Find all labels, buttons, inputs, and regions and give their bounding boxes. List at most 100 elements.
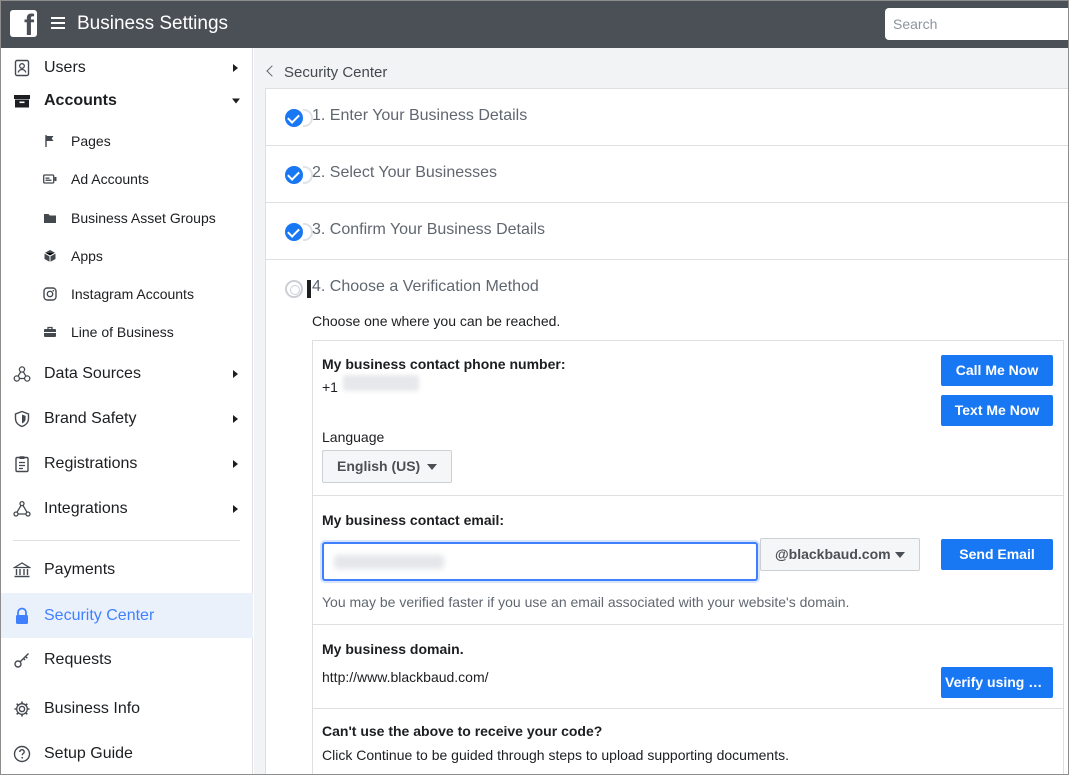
step-1[interactable]: 1. Enter Your Business Details xyxy=(266,89,1068,146)
phone-method: My business contact phone number: +1 Lan… xyxy=(313,341,1063,496)
sidebar-item-brand-safety[interactable]: Brand Safety xyxy=(1,399,253,439)
sidebar-item-label: Data Sources xyxy=(44,365,141,382)
sidebar-item-label: Pages xyxy=(71,133,111,149)
text-cursor-icon xyxy=(307,280,311,298)
sidebar-item-label: Business Info xyxy=(44,700,141,717)
sidebar-item-label: Registrations xyxy=(44,455,138,472)
sidebar-item-label: Ad Accounts xyxy=(71,171,149,187)
email-method: My business contact email: @blackbaud.co… xyxy=(313,496,1063,625)
sidebar-item-label: Users xyxy=(44,59,86,76)
sidebar-item-payments[interactable]: Payments xyxy=(1,550,253,590)
chevron-right-icon xyxy=(233,370,238,378)
top-bar: f Business Settings xyxy=(1,1,1068,48)
app-window: f Business Settings Users Accounts Pages… xyxy=(0,0,1069,775)
menu-icon[interactable] xyxy=(51,17,65,30)
step-label: 3. Confirm Your Business Details xyxy=(312,221,545,238)
sidebar: Users Accounts Pages Ad Accounts Busines… xyxy=(1,48,253,774)
chevron-right-icon xyxy=(233,505,238,513)
domain-heading: My business domain. xyxy=(322,641,464,657)
phone-country-code: +1 xyxy=(322,379,338,395)
data-sources-icon xyxy=(13,366,31,382)
sidebar-item-requests[interactable]: Requests xyxy=(1,640,253,680)
search-input[interactable] xyxy=(885,8,1068,40)
fallback-heading: Can't use the above to receive your code… xyxy=(322,723,603,739)
verification-card: 1. Enter Your Business Details 2. Select… xyxy=(265,88,1068,774)
sidebar-item-registrations[interactable]: Registrations xyxy=(1,444,253,484)
ad-accounts-icon xyxy=(43,174,57,184)
briefcase-icon xyxy=(44,326,56,337)
gear-icon xyxy=(14,701,30,717)
sidebar-item-business-info[interactable]: Business Info xyxy=(1,689,253,729)
app-title: Business Settings xyxy=(77,13,229,34)
flag-icon xyxy=(45,135,54,147)
call-me-now-button[interactable]: Call Me Now xyxy=(941,355,1053,386)
fallback-method: Can't use the above to receive your code… xyxy=(313,709,1063,774)
sidebar-item-label: Security Center xyxy=(44,606,155,624)
text-me-now-button[interactable]: Text Me Now xyxy=(941,395,1053,426)
sidebar-item-line-of-business[interactable]: Line of Business xyxy=(1,316,253,348)
step-label: 1. Enter Your Business Details xyxy=(312,107,528,124)
sidebar-item-label: Setup Guide xyxy=(44,745,133,762)
instagram-icon xyxy=(43,287,57,301)
chevron-down-icon xyxy=(232,98,240,104)
language-label: Language xyxy=(322,429,385,445)
domain-method: My business domain. http://www.blackbaud… xyxy=(313,625,1063,709)
sidebar-item-label: Integrations xyxy=(44,500,128,517)
sidebar-item-pages[interactable]: Pages xyxy=(1,125,253,157)
sidebar-item-business-asset-groups[interactable]: Business Asset Groups xyxy=(1,202,253,234)
step-4: 4. Choose a Verification Method Choose o… xyxy=(266,260,1068,774)
verification-methods: My business contact phone number: +1 Lan… xyxy=(312,340,1064,774)
sidebar-item-setup-guide[interactable]: Setup Guide xyxy=(1,734,253,774)
step-2[interactable]: 2. Select Your Businesses xyxy=(266,146,1068,203)
accounts-icon xyxy=(14,95,30,108)
email-domain-select[interactable]: @blackbaud.com xyxy=(760,538,920,571)
shield-icon xyxy=(14,410,30,428)
email-heading: My business contact email: xyxy=(322,512,505,528)
chevron-left-icon xyxy=(266,65,278,77)
sidebar-item-label: Instagram Accounts xyxy=(71,286,194,302)
sidebar-item-label: Brand Safety xyxy=(44,410,137,427)
sidebar-item-instagram-accounts[interactable]: Instagram Accounts xyxy=(1,278,253,310)
redacted-phone-number xyxy=(343,375,419,391)
step-4-header[interactable]: 4. Choose a Verification Method xyxy=(266,260,1068,317)
sidebar-item-apps[interactable]: Apps xyxy=(1,240,253,272)
sidebar-item-label: Apps xyxy=(71,248,103,264)
integrations-icon xyxy=(13,500,31,517)
users-icon xyxy=(14,59,30,77)
help-icon xyxy=(13,745,31,763)
phone-heading: My business contact phone number: xyxy=(322,356,566,372)
verify-domain-button[interactable]: Verify using yo... xyxy=(941,667,1053,698)
caret-down-icon xyxy=(895,552,905,558)
sidebar-item-security-center[interactable]: Security Center xyxy=(1,593,253,638)
domain-url: http://www.blackbaud.com/ xyxy=(322,669,489,685)
redacted-email xyxy=(334,555,444,569)
facebook-logo-icon[interactable]: f xyxy=(10,10,37,37)
sidebar-item-label: Accounts xyxy=(44,92,117,109)
lock-icon xyxy=(16,607,28,624)
check-circle-icon xyxy=(285,166,303,184)
language-select[interactable]: English (US) xyxy=(322,450,452,483)
bank-icon xyxy=(13,562,31,578)
folder-icon xyxy=(44,214,56,223)
cube-icon xyxy=(44,250,56,262)
clipboard-icon xyxy=(15,456,29,473)
step-3[interactable]: 3. Confirm Your Business Details xyxy=(266,203,1068,260)
breadcrumb-label: Security Center xyxy=(284,64,388,81)
email-note: You may be verified faster if you use an… xyxy=(322,594,850,610)
step-label: 2. Select Your Businesses xyxy=(312,164,498,181)
key-icon xyxy=(14,653,29,668)
sidebar-item-label: Business Asset Groups xyxy=(71,210,216,226)
send-email-button[interactable]: Send Email xyxy=(941,539,1053,570)
sidebar-item-data-sources[interactable]: Data Sources xyxy=(1,354,253,394)
sidebar-divider xyxy=(13,540,240,541)
sidebar-item-ad-accounts[interactable]: Ad Accounts xyxy=(1,163,253,195)
step-label: 4. Choose a Verification Method xyxy=(312,278,539,295)
check-circle-icon xyxy=(285,109,303,127)
chevron-right-icon xyxy=(233,415,238,423)
email-input[interactable] xyxy=(322,542,758,581)
sidebar-item-integrations[interactable]: Integrations xyxy=(1,489,253,529)
verification-intro: Choose one where you can be reached. xyxy=(312,313,561,329)
caret-down-icon xyxy=(427,464,437,470)
sidebar-item-label: Payments xyxy=(44,561,116,578)
sidebar-item-accounts[interactable]: Accounts xyxy=(1,81,253,121)
